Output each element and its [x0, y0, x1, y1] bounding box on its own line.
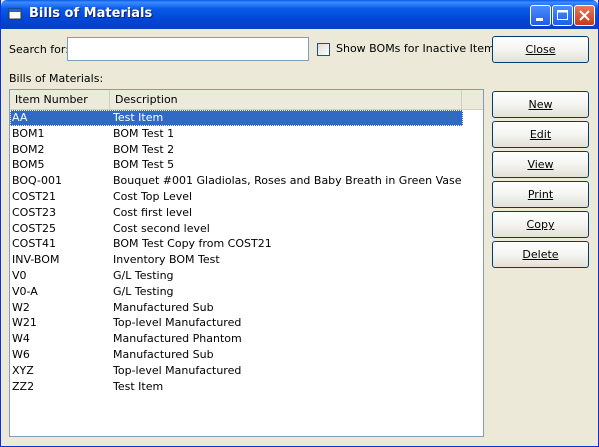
item-number-cell: W2	[12, 300, 30, 314]
description-cell: BOM Test 5	[113, 158, 175, 172]
table-row[interactable]: BOM2 BOM Test 2	[10, 142, 483, 158]
print-button[interactable]: Print	[492, 181, 589, 208]
item-number-cell: BOM2	[12, 142, 45, 156]
item-number-cell: BOM1	[12, 126, 45, 140]
description-cell: BOM Test 2	[113, 142, 175, 156]
item-number-cell: W4	[12, 332, 30, 346]
item-number-cell: BOM5	[12, 158, 45, 172]
item-number-cell: COST41	[12, 237, 57, 251]
item-number-cell: INV-BOM	[12, 253, 60, 267]
bom-list[interactable]: Item Number Description AA Test Item BOM1 B…	[9, 89, 484, 437]
item-number-cell: W6	[12, 347, 30, 361]
search-label: Search for:	[9, 43, 69, 56]
item-number-cell: V0	[12, 268, 27, 282]
table-row[interactable]: V0 G/L Testing	[10, 268, 483, 284]
description-cell: Manufactured Sub	[113, 347, 214, 361]
description-cell: BOM Test Copy from COST21	[113, 237, 272, 251]
table-row[interactable]: COST25 Cost second level	[10, 221, 483, 237]
column-header-item-number[interactable]: Item Number	[10, 90, 110, 109]
edit-button-label: Edit	[529, 128, 552, 141]
print-button-label: Print	[527, 188, 554, 201]
item-number-cell: COST21	[12, 189, 57, 203]
table-row[interactable]: BOQ-001 Bouquet #001 Gladiolas, Roses and…	[10, 173, 483, 189]
description-cell: G/L Testing	[113, 268, 174, 282]
list-header: Item Number Description	[10, 90, 483, 110]
minimize-icon	[536, 18, 543, 21]
description-cell: G/L Testing	[113, 284, 174, 298]
description-cell: Manufactured Sub	[113, 300, 214, 314]
description-cell: BOM Test 1	[113, 126, 175, 140]
description-cell: Cost Top Level	[113, 189, 193, 203]
list-label: Bills of Materials:	[9, 72, 104, 85]
item-number-cell: COST25	[12, 221, 57, 235]
copy-button-label: Copy	[526, 218, 555, 231]
description-cell: Test Item	[113, 111, 164, 124]
table-row[interactable]: COST21 Cost Top Level	[10, 189, 483, 205]
table-row[interactable]: BOM1 BOM Test 1	[10, 126, 483, 142]
delete-button-label: Delete	[522, 248, 559, 261]
table-row[interactable]: W6 Manufactured Sub	[10, 347, 483, 363]
table-row[interactable]: BOM5 BOM Test 5	[10, 157, 483, 173]
description-cell: Inventory BOM Test	[113, 253, 220, 267]
bills-of-materials-window: Bills of Materials Search for: Show BOMs…	[0, 0, 599, 447]
item-number-cell: BOQ-001	[12, 174, 62, 188]
column-header-description[interactable]: Description	[110, 90, 462, 109]
table-row[interactable]: W21 Top-level Manufactured	[10, 315, 483, 331]
delete-button[interactable]: Delete	[492, 241, 589, 268]
table-row[interactable]: XYZ Top-level Manufactured	[10, 363, 483, 379]
table-row[interactable]: INV-BOM Inventory BOM Test	[10, 252, 483, 268]
item-number-cell: V0-A	[12, 284, 38, 298]
description-cell: Manufactured Phantom	[113, 332, 242, 346]
list-rows: AA Test Item BOM1 BOM Test 1 BOM2 BOM Test 2B…	[10, 110, 483, 394]
close-button[interactable]: Close	[492, 36, 589, 63]
title-bar[interactable]: Bills of Materials	[1, 0, 598, 29]
item-number-cell: XYZ	[12, 363, 34, 377]
description-cell: Top-level Manufactured	[113, 363, 242, 377]
description-cell: Cost first level	[113, 205, 193, 219]
view-button[interactable]: View	[492, 151, 589, 178]
show-inactive-label: Show BOMs for Inactive Items	[336, 42, 501, 55]
app-icon	[8, 8, 22, 20]
copy-button[interactable]: Copy	[492, 211, 589, 238]
search-input[interactable]	[67, 37, 309, 61]
minimize-button[interactable]	[530, 5, 551, 26]
close-button-label: Close	[525, 43, 556, 56]
new-button-label: New	[528, 98, 553, 111]
item-number-cell: AA	[12, 111, 28, 124]
description-cell: Test Item	[113, 379, 164, 393]
item-number-cell: ZZ2	[12, 379, 35, 393]
table-row[interactable]: W4 Manufactured Phantom	[10, 331, 483, 347]
window-title: Bills of Materials	[29, 6, 153, 21]
description-cell: Top-level Manufactured	[113, 316, 242, 330]
close-window-button[interactable]	[574, 5, 595, 26]
item-number-cell: W21	[12, 316, 37, 330]
view-button-label: View	[527, 158, 554, 171]
description-cell: Bouquet #001 Gladiolas, Roses and Baby B…	[113, 174, 462, 188]
table-row[interactable]: W2 Manufactured Sub	[10, 300, 483, 316]
new-button[interactable]: New	[492, 91, 589, 118]
table-row[interactable]: COST23 Cost first level	[10, 205, 483, 221]
table-row[interactable]: V0-A G/L Testing	[10, 284, 483, 300]
item-number-cell: COST23	[12, 205, 57, 219]
show-inactive-checkbox[interactable]	[317, 43, 330, 56]
description-cell: Cost second level	[113, 221, 210, 235]
table-row[interactable]: ZZ2 Test Item	[10, 379, 483, 395]
table-row[interactable]: COST41 BOM Test Copy from COST21	[10, 236, 483, 252]
edit-button[interactable]: Edit	[492, 121, 589, 148]
table-row[interactable]: AA Test Item	[10, 110, 463, 126]
maximize-icon	[557, 10, 568, 20]
maximize-button[interactable]	[552, 5, 573, 26]
close-icon	[579, 10, 590, 21]
